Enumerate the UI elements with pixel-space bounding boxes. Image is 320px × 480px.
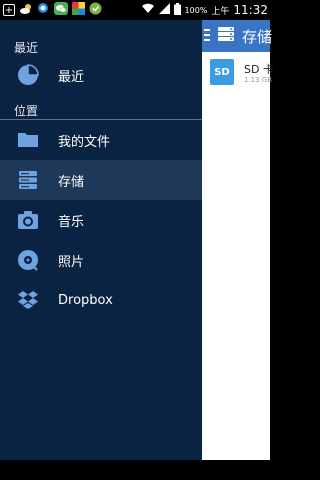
drawer-item-photos[interactable]: 照片	[0, 240, 202, 280]
dropbox-icon	[16, 288, 40, 312]
section-header-recent: 最近	[14, 41, 39, 55]
drawer-item-recent[interactable]: 最近	[0, 55, 202, 95]
wechat-icon	[54, 2, 68, 18]
gallery-app-icon	[72, 2, 85, 18]
battery-percent: 100%	[184, 5, 208, 15]
storage-list-item[interactable]: SD SD 卡 1.13 GB	[202, 54, 274, 92]
weather-icon	[19, 3, 33, 18]
drawer-item-label: 最近	[58, 69, 85, 85]
drawer-item-my-files[interactable]: 我的文件	[0, 120, 202, 160]
storage-size: 1.13 GB	[244, 76, 273, 84]
page-title: 存储	[242, 27, 273, 46]
storage-icon	[216, 24, 236, 48]
drawer-item-music[interactable]: 音乐	[0, 200, 202, 240]
signal-icon	[158, 3, 170, 17]
folder-icon	[16, 128, 40, 152]
drawer-item-label: 存储	[58, 174, 85, 190]
drawer-item-label: 音乐	[58, 214, 85, 230]
pie-clock-icon	[16, 63, 40, 87]
battery-icon	[173, 2, 181, 18]
section-header-location: 位置	[14, 104, 39, 118]
navigation-drawer: 最近 最近 位置 我的文件 存储 音乐 照片 Dropbox	[0, 20, 202, 460]
status-bar: + 100% 上午 11:32	[0, 0, 270, 20]
camera-music-icon	[16, 208, 40, 232]
search-app-icon	[37, 2, 50, 18]
menu-icon[interactable]	[204, 27, 212, 46]
disc-photo-icon	[16, 248, 40, 272]
clock: 11:32	[233, 3, 268, 17]
navigation-bar	[0, 460, 270, 480]
add-notification-icon: +	[3, 4, 15, 16]
am-pm-label: 上午	[211, 6, 230, 17]
drawer-item-label: 我的文件	[58, 134, 111, 150]
drawer-item-storage[interactable]: 存储	[0, 160, 202, 200]
drawer-item-label: 照片	[58, 254, 85, 270]
drawer-item-label: Dropbox	[58, 292, 113, 308]
drawer-item-dropbox[interactable]: Dropbox	[0, 280, 202, 320]
storage-name: SD 卡	[244, 63, 274, 76]
sd-card-icon: SD	[210, 59, 234, 85]
app-store-icon	[89, 2, 102, 18]
server-icon	[16, 168, 40, 192]
wifi-icon	[141, 3, 155, 17]
app-bar: 存储	[202, 20, 273, 52]
